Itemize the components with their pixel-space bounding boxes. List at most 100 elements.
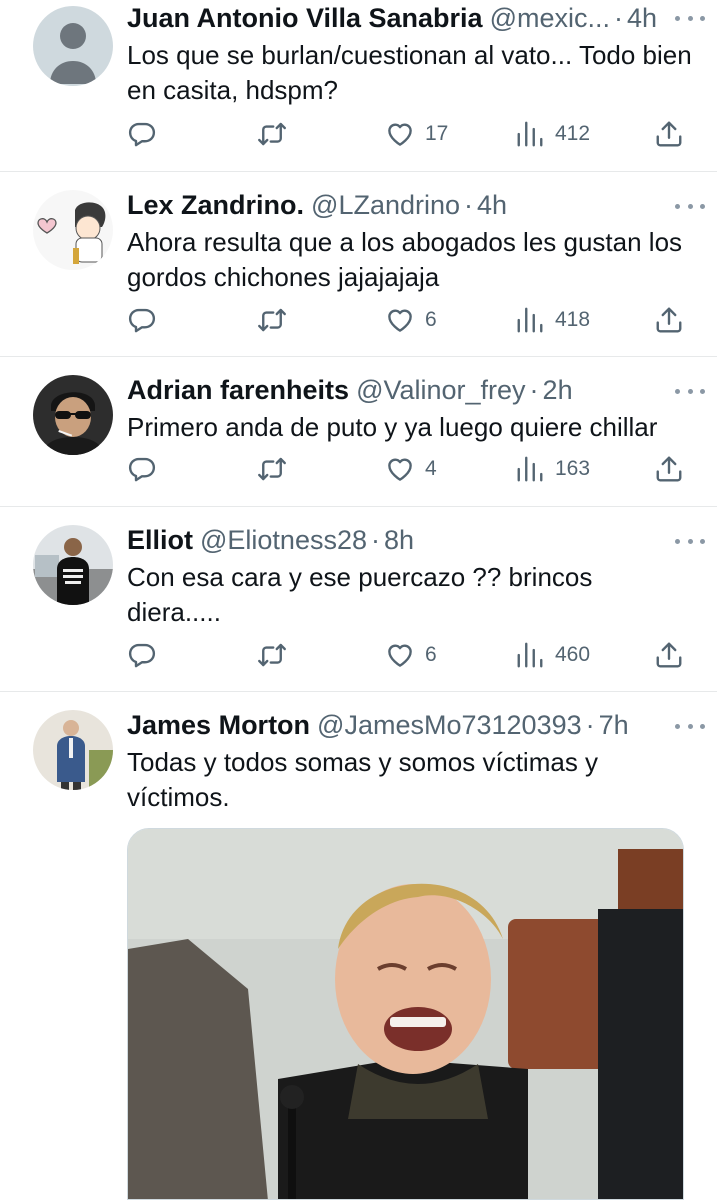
tweet-header: Juan Antonio Villa Sanabria @mexic... · … <box>127 0 693 36</box>
reply-icon <box>127 640 157 670</box>
author-name[interactable]: James Morton <box>127 707 310 743</box>
like-button[interactable]: 17 <box>385 114 448 154</box>
tweet[interactable]: Juan Antonio Villa Sanabria @mexic... · … <box>0 0 717 172</box>
reply-icon <box>127 119 157 149</box>
separator-dot: · <box>464 190 474 220</box>
timestamp[interactable]: 4h <box>477 187 507 223</box>
separator-dot: · <box>371 525 380 555</box>
tweet-text: Ahora resulta que a los abogados les gus… <box>127 227 683 292</box>
share-button[interactable] <box>654 635 684 675</box>
heart-icon <box>385 119 415 149</box>
tweet-header: James Morton @JamesMo73120393 · 7h <box>127 707 693 743</box>
author-handle[interactable]: @Valinor_frey <box>356 372 525 408</box>
views-button[interactable]: 418 <box>515 300 590 340</box>
more-options-icon[interactable] <box>675 381 705 401</box>
heart-icon <box>385 305 415 335</box>
tweet[interactable]: Lex Zandrino. @LZandrino · 4h Ahora resu… <box>0 172 717 357</box>
profile-photo-image <box>33 710 113 790</box>
author-handle[interactable]: @mexic... <box>490 0 610 36</box>
heart-icon <box>385 640 415 670</box>
tweet-header: Lex Zandrino. @LZandrino · 4h <box>127 187 693 223</box>
photo-laughing-woman <box>128 829 683 1199</box>
like-count: 6 <box>425 643 437 666</box>
action-bar: 6 418 <box>127 300 693 340</box>
tweet-text: Con esa cara y ese puercazo ?? brincos d… <box>127 562 593 627</box>
avatar[interactable] <box>33 525 113 605</box>
action-bar: 6 460 <box>127 635 693 675</box>
separator-dot: · <box>614 3 623 33</box>
retweet-icon <box>257 305 287 335</box>
default-profile-icon <box>33 6 113 86</box>
views-button[interactable]: 460 <box>515 635 590 675</box>
avatar[interactable] <box>33 190 113 270</box>
share-button[interactable] <box>654 449 684 489</box>
author-handle[interactable]: @Eliotness28 <box>200 522 367 558</box>
share-icon <box>654 119 684 149</box>
tweet-text: Los que se burlan/cuestionan al vato... … <box>127 40 692 105</box>
share-button[interactable] <box>654 114 684 154</box>
share-icon <box>654 640 684 670</box>
avatar[interactable] <box>33 375 113 455</box>
reply-button[interactable] <box>127 114 157 154</box>
timestamp[interactable]: 4h <box>627 0 657 36</box>
cartoon-avatar-image <box>33 190 113 270</box>
views-button[interactable]: 412 <box>515 114 590 154</box>
tweet-text: Primero anda de puto y ya luego quiere c… <box>127 412 658 442</box>
like-count: 4 <box>425 457 437 480</box>
like-button[interactable]: 6 <box>385 300 437 340</box>
retweet-icon <box>257 454 287 484</box>
retweet-button[interactable] <box>257 300 287 340</box>
author-name[interactable]: Elliot <box>127 522 193 558</box>
share-icon <box>654 454 684 484</box>
share-button[interactable] <box>654 300 684 340</box>
more-options-icon[interactable] <box>675 531 705 551</box>
more-options-icon[interactable] <box>675 8 705 28</box>
avatar-default[interactable] <box>33 6 113 86</box>
reply-button[interactable] <box>127 300 157 340</box>
tweet-media-image[interactable] <box>127 828 684 1200</box>
view-count: 412 <box>555 122 591 145</box>
tweet[interactable]: Adrian farenheits @Valinor_frey · 2h Pri… <box>0 357 717 507</box>
views-bar-icon <box>515 305 545 335</box>
like-button[interactable]: 6 <box>385 635 437 675</box>
author-handle[interactable]: @JamesMo73120393 <box>317 707 582 743</box>
author-handle[interactable]: @LZandrino <box>311 187 460 223</box>
views-bar-icon <box>515 454 545 484</box>
reply-button[interactable] <box>127 449 157 489</box>
separator-dot: · <box>529 375 539 405</box>
reply-icon <box>127 305 157 335</box>
profile-photo-image <box>33 525 113 605</box>
views-bar-icon <box>515 119 545 149</box>
timestamp[interactable]: 7h <box>599 707 629 743</box>
tweet[interactable]: Elliot @Eliotness28 · 8h Con esa cara y … <box>0 507 717 692</box>
avatar[interactable] <box>33 710 113 790</box>
reply-icon <box>127 454 157 484</box>
tweet-header: Adrian farenheits @Valinor_frey · 2h <box>127 372 693 408</box>
retweet-button[interactable] <box>257 449 287 489</box>
profile-photo-image <box>33 375 113 455</box>
author-name[interactable]: Juan Antonio Villa Sanabria <box>127 0 483 36</box>
tweet-header: Elliot @Eliotness28 · 8h <box>127 522 693 558</box>
retweet-icon <box>257 640 287 670</box>
timestamp[interactable]: 2h <box>543 372 573 408</box>
author-name[interactable]: Lex Zandrino. <box>127 187 304 223</box>
like-count: 6 <box>425 308 437 331</box>
views-button[interactable]: 163 <box>515 449 590 489</box>
retweet-icon <box>257 119 287 149</box>
author-name[interactable]: Adrian farenheits <box>127 372 349 408</box>
like-count: 17 <box>425 122 449 145</box>
retweet-button[interactable] <box>257 114 287 154</box>
more-options-icon[interactable] <box>675 716 705 736</box>
more-options-icon[interactable] <box>675 196 705 216</box>
timestamp[interactable]: 8h <box>384 522 414 558</box>
tweet-text: Todas y todos somas y somos víctimas y v… <box>127 747 599 812</box>
view-count: 460 <box>555 643 591 666</box>
retweet-button[interactable] <box>257 635 287 675</box>
separator-dot: · <box>585 710 595 740</box>
reply-button[interactable] <box>127 635 157 675</box>
view-count: 418 <box>555 308 591 331</box>
views-bar-icon <box>515 640 545 670</box>
like-button[interactable]: 4 <box>385 449 437 489</box>
view-count: 163 <box>555 457 591 480</box>
action-bar: 17 412 <box>127 114 693 154</box>
